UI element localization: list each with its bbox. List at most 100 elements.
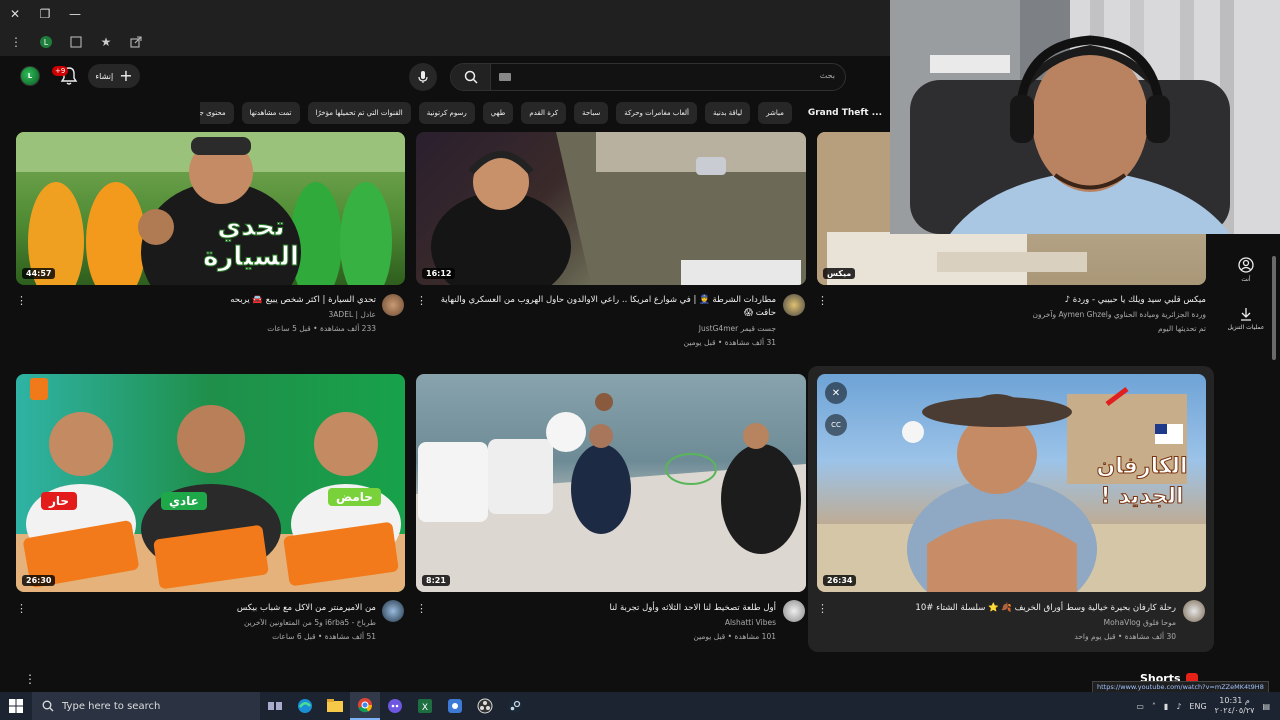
notifications-icon[interactable]: ▤	[1262, 702, 1270, 711]
sidebar-item-label: أنت	[1241, 276, 1251, 283]
video-thumbnail[interactable]: حار عادي حامض 26:30	[16, 374, 405, 592]
profile-icon[interactable]: L	[38, 34, 54, 50]
bookmark-star-icon[interactable]: ★	[98, 34, 114, 50]
more-options-icon[interactable]: ⋮	[817, 602, 828, 615]
file-explorer-icon[interactable]	[320, 692, 350, 720]
channel-avatar[interactable]	[1183, 600, 1205, 622]
more-options-icon[interactable]: ⋮	[16, 602, 27, 615]
video-title[interactable]: أول طلعة تصخيط لنا الاحد الثلاثه وأول تج…	[430, 602, 777, 615]
video-thumbnail[interactable]: 8:21	[416, 374, 806, 592]
video-thumbnail[interactable]: تحدي السيارة 44:57	[16, 132, 405, 285]
extensions-icon[interactable]	[68, 34, 84, 50]
obs-icon[interactable]	[470, 692, 500, 720]
task-view-icon[interactable]	[260, 692, 290, 720]
channel-name[interactable]: Alshatti Vibes	[430, 618, 776, 627]
video-title[interactable]: مطاردات الشرطة 👮 | في شوارع امريكا .. را…	[430, 294, 776, 320]
mute-icon[interactable]: ✕	[825, 382, 847, 404]
channel-avatar[interactable]	[783, 294, 805, 316]
chip[interactable]: القنوات التي تم تحميلها مؤخرًا	[307, 102, 411, 124]
video-duration: 44:57	[22, 268, 56, 279]
microphone-icon	[418, 71, 428, 83]
channel-avatar[interactable]	[382, 600, 404, 622]
discord-icon[interactable]	[380, 692, 410, 720]
search-button[interactable]	[451, 64, 491, 90]
chip[interactable]: محتوى جديد لك	[200, 102, 234, 124]
captions-icon[interactable]: CC	[825, 414, 847, 436]
video-title[interactable]: ميكس قلبي سيد ويلك يا حبيبي - وردة ♪	[830, 294, 1206, 307]
channel-name[interactable]: موحا فلوق MohaVlog	[830, 618, 1176, 627]
clock[interactable]: 10:31 م ٢٠٢٤/٠٥/٢٧	[1215, 696, 1255, 716]
start-button[interactable]	[0, 692, 32, 720]
more-options-icon[interactable]: ⋮	[416, 602, 427, 615]
account-avatar[interactable]: L	[20, 66, 40, 86]
edge-browser-icon[interactable]	[290, 692, 320, 720]
sidebar-item-you[interactable]: أنت	[1226, 257, 1266, 283]
chip[interactable]: Grand Theft ...	[799, 102, 890, 124]
taskbar-search-input[interactable]: Type here to search	[32, 692, 260, 720]
chip[interactable]: سباحة	[574, 102, 609, 124]
chip[interactable]: لياقة بدنية	[704, 102, 751, 124]
video-title[interactable]: رحلة كارفان بحيرة خيالية وسط أوراق الخري…	[830, 602, 1176, 615]
webcam-overlay	[890, 0, 1280, 234]
app-icon[interactable]	[440, 692, 470, 720]
address-input[interactable]	[158, 31, 890, 53]
video-title[interactable]: تحدي السيارة | اكثر شخص يبيع 🚘 يربحه	[30, 294, 376, 307]
volume-icon[interactable]: ♪	[1176, 702, 1181, 711]
more-options-icon[interactable]: ⋮	[24, 672, 36, 686]
browser-toolbar: ⋮ L ★	[0, 28, 890, 56]
taskbar-search-placeholder: Type here to search	[62, 700, 161, 712]
plus-icon: +	[119, 66, 133, 85]
video-meta: 233 ألف مشاهدة • قبل 5 ساعات	[267, 324, 376, 333]
show-hidden-icons-icon[interactable]: ˄	[1152, 702, 1156, 711]
chat-icon[interactable]: ▭	[1136, 702, 1144, 711]
user-circle-icon	[1238, 257, 1254, 273]
channel-name[interactable]: وردة الجزائرية وميادة الحناوي وAymen Ghz…	[830, 310, 1206, 319]
more-options-icon[interactable]: ⋮	[16, 294, 27, 307]
excel-icon[interactable]: X	[410, 692, 440, 720]
sidebar-item-downloads[interactable]: عمليات التنزيل	[1226, 307, 1266, 331]
channel-name[interactable]: جست قيمر JustG4mer	[430, 324, 776, 333]
channel-avatar[interactable]	[382, 294, 404, 316]
time-text: 10:31 م	[1219, 696, 1250, 705]
video-thumbnail[interactable]: 16:12	[416, 132, 806, 285]
chip[interactable]: ألعاب مغامرات وحركة	[616, 102, 697, 124]
language-indicator[interactable]: ENG	[1189, 702, 1206, 711]
video-duration: 26:30	[22, 575, 56, 586]
restore-icon[interactable]: ❐	[30, 0, 60, 28]
search-input[interactable]: بحث	[450, 63, 846, 91]
svg-text:L: L	[44, 38, 49, 47]
battery-icon[interactable]: ▮	[1164, 702, 1168, 711]
channel-name[interactable]: عادل | 3ADEL	[30, 310, 376, 319]
chrome-browser-icon[interactable]	[350, 692, 380, 720]
keyboard-icon[interactable]	[499, 73, 511, 81]
windows-taskbar: Type here to search X ▭ ˄ ▮ ♪ ENG 10:31 …	[0, 692, 1280, 720]
create-label: إنشاء	[95, 71, 114, 81]
video-meta: 30 ألف مشاهدة • قبل يوم واحد	[1074, 632, 1176, 641]
share-icon[interactable]	[128, 34, 144, 50]
menu-dots-icon[interactable]: ⋮	[8, 34, 24, 50]
screen: ✕ ❐ — ⋮ L ★ L +9 إنشاء + بحث Grand Theft…	[0, 0, 1280, 720]
voice-search-button[interactable]	[409, 63, 437, 91]
scrollbar[interactable]	[1272, 256, 1276, 360]
more-options-icon[interactable]: ⋮	[817, 294, 828, 307]
chip[interactable]: رسوم كرتونية	[418, 102, 475, 124]
spice-label: حامض	[328, 488, 381, 506]
thumbnail-art	[431, 132, 806, 285]
more-options-icon[interactable]: ⋮	[416, 294, 427, 307]
chip[interactable]: طهي	[482, 102, 514, 124]
windows-logo-icon	[9, 699, 23, 713]
notification-count-badge: +9	[52, 66, 69, 76]
video-title[interactable]: من الاميرمنتر من الاكل مع شباب بيكس	[30, 602, 376, 615]
steam-icon[interactable]	[500, 692, 530, 720]
channel-name[interactable]: طرباخ - i6rba5 و5 من المتعاونين الآخرين	[30, 618, 376, 627]
category-chips-bar: Grand Theft ... مباشر لياقة بدنية ألعاب …	[200, 102, 890, 126]
channel-avatar[interactable]	[783, 600, 805, 622]
mix-badge: ميكس	[823, 268, 856, 279]
chip[interactable]: مباشر	[758, 102, 792, 124]
video-thumbnail[interactable]: الكارفان الجديد ! ✕ CC 26:34	[817, 374, 1206, 592]
minimize-icon[interactable]: —	[60, 0, 90, 28]
chip[interactable]: كرة القدم	[521, 102, 567, 124]
create-button[interactable]: إنشاء +	[88, 64, 140, 88]
chip[interactable]: تمت مشاهدتها	[241, 102, 300, 124]
close-icon[interactable]: ✕	[0, 0, 30, 28]
